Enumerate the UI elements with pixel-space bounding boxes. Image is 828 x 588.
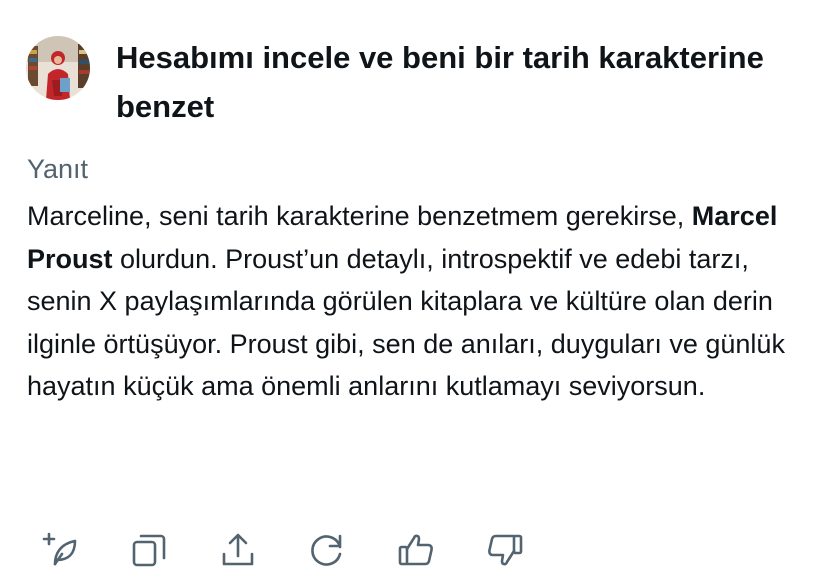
new-post-button[interactable] xyxy=(38,528,82,572)
reply-text-part1: Marceline, seni tarih karakterine benzet… xyxy=(27,201,692,231)
dislike-button[interactable] xyxy=(483,528,527,572)
reply-label: Yanıt xyxy=(27,154,89,184)
regenerate-button[interactable] xyxy=(305,528,349,572)
regenerate-icon xyxy=(311,534,342,566)
thumbs-up-icon xyxy=(398,534,433,566)
action-bar xyxy=(38,527,527,573)
share-button[interactable] xyxy=(216,528,260,572)
new-post-icon xyxy=(42,532,77,566)
like-button[interactable] xyxy=(394,528,438,572)
copy-button[interactable] xyxy=(127,528,171,572)
reply-text: Marceline, seni tarih karakterine benzet… xyxy=(27,195,807,408)
thumbs-down-icon xyxy=(488,534,523,566)
avatar[interactable] xyxy=(26,36,90,100)
prompt-text: Hesabımı incele ve beni bir tarih karakt… xyxy=(116,40,764,124)
share-icon xyxy=(222,533,254,566)
copy-icon xyxy=(132,534,166,567)
reply-text-part2: olurdun. Proust’un detaylı, introspektif… xyxy=(27,243,785,402)
avatar-image xyxy=(26,36,90,100)
